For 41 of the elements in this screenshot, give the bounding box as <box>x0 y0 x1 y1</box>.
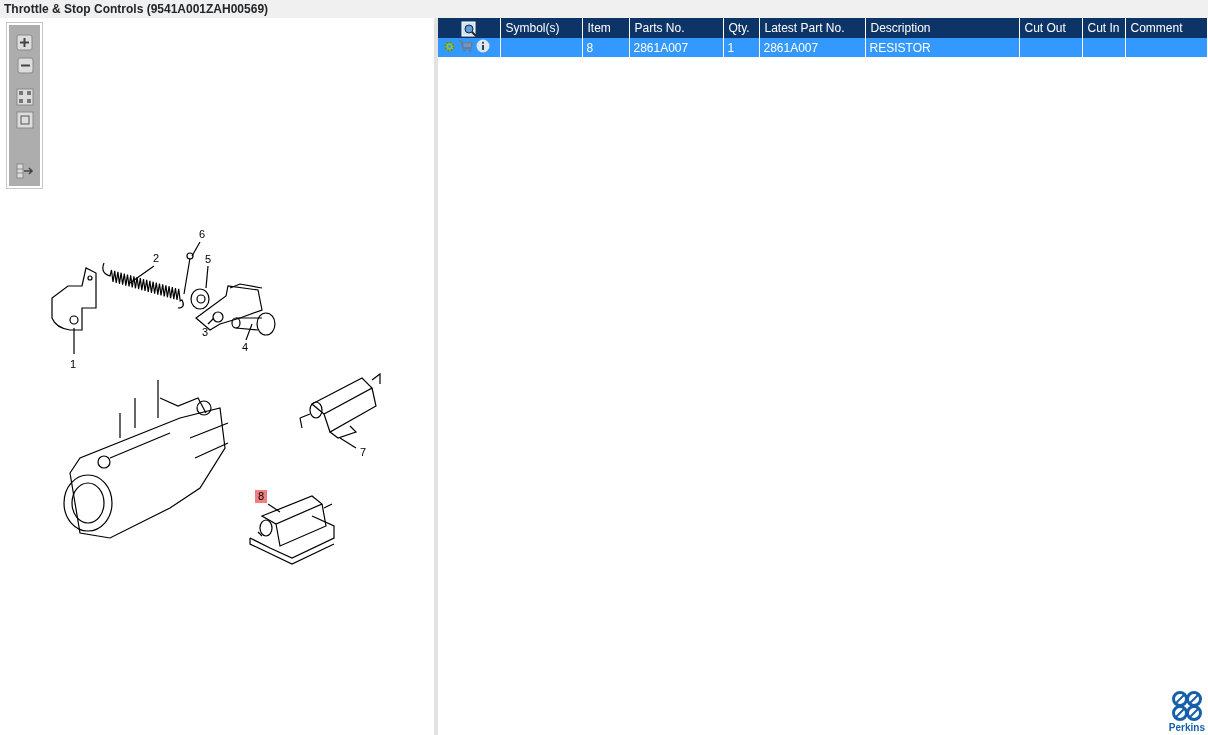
leader-line <box>73 327 75 355</box>
column-header[interactable]: Item <box>582 18 629 38</box>
column-header[interactable]: Symbol(s) <box>500 18 582 38</box>
table-cell: 2861A007 <box>633 40 689 55</box>
table-cell: 2861A007 <box>763 40 819 55</box>
callout-label[interactable]: 7 <box>359 446 367 458</box>
logo-icon <box>1170 690 1203 722</box>
leader-line <box>267 503 281 513</box>
bracket-drawing <box>51 267 97 331</box>
leader-line <box>129 265 155 284</box>
leader-line <box>191 241 201 257</box>
logo-text: Perkins <box>1168 722 1205 733</box>
column-header[interactable]: Description <box>865 18 1019 38</box>
column-header[interactable]: Cut In <box>1082 18 1125 38</box>
callout-label[interactable]: 2 <box>152 252 160 264</box>
callout-label[interactable]: 5 <box>204 253 212 265</box>
fit-grid-button[interactable] <box>15 88 34 106</box>
callout-label[interactable]: 6 <box>198 228 206 240</box>
panel-arrow-button[interactable] <box>15 162 34 180</box>
find-icon[interactable] <box>460 20 477 37</box>
info-icon[interactable] <box>476 39 490 53</box>
column-header[interactable]: Parts No. <box>629 18 723 38</box>
leader-line <box>339 437 357 449</box>
callout-label[interactable]: 3 <box>201 326 209 338</box>
table-cell: RESISTOR <box>869 40 931 55</box>
leader-line <box>207 317 215 325</box>
callout-label[interactable]: 8 <box>255 490 267 503</box>
pin-drawing <box>231 312 276 336</box>
column-header[interactable]: Qty. <box>723 18 759 38</box>
window-title: Throttle & Stop Controls (9541A001ZAH00569) <box>0 0 1208 18</box>
zoom-out-button[interactable] <box>15 57 34 75</box>
callout-label[interactable]: 4 <box>241 341 249 353</box>
zoom-in-button[interactable] <box>15 34 34 52</box>
table-cell: 1 <box>727 40 735 55</box>
column-header[interactable]: Latest Part No. <box>759 18 865 38</box>
column-header[interactable]: Cut Out <box>1019 18 1082 38</box>
column-header[interactable]: Comment <box>1125 18 1208 38</box>
leader-line <box>245 323 253 341</box>
leader-line <box>205 265 209 289</box>
table-cell: 8 <box>586 40 594 55</box>
callout-label[interactable]: 1 <box>69 358 77 370</box>
